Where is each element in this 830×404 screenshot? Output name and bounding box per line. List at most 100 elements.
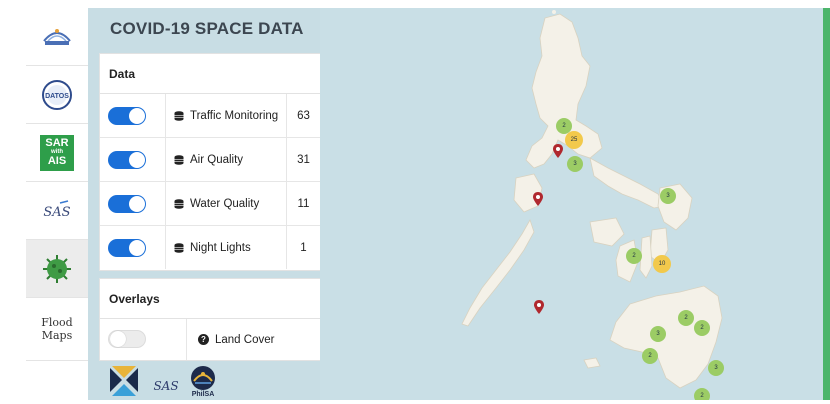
cluster-marker[interactable]: 2 xyxy=(678,310,694,326)
cluster-marker[interactable]: 3 xyxy=(708,360,724,376)
toggle-cell xyxy=(100,226,166,269)
air-quality-toggle[interactable] xyxy=(108,151,146,169)
overlay-row-land-cover: ? Land Cover xyxy=(100,319,321,360)
overlay-row-label: Land Cover xyxy=(215,333,275,346)
toggle-knob xyxy=(110,331,126,347)
database-icon xyxy=(174,154,184,165)
sas-footer-text: SAS xyxy=(153,379,178,393)
data-row-label: Night Lights xyxy=(190,241,251,254)
flood-maps-label: Flood Maps xyxy=(41,316,72,342)
toggle-knob xyxy=(129,240,145,256)
palawan-landmass xyxy=(461,219,535,327)
map-pin-icon[interactable] xyxy=(533,192,543,206)
toggle-cell xyxy=(100,319,187,360)
batanes-islet xyxy=(552,10,556,14)
datos-mark-logo-icon xyxy=(110,366,138,396)
datos-logo-icon: DATOS xyxy=(42,79,72,110)
data-row-water: Water Quality 11 xyxy=(100,182,321,226)
cluster-marker[interactable]: 3 xyxy=(567,156,583,172)
cluster-marker[interactable]: 2 xyxy=(626,248,642,264)
database-icon xyxy=(174,242,184,253)
cluster-count: 2 xyxy=(632,253,636,259)
cluster-count: 2 xyxy=(700,393,704,399)
toggle-knob xyxy=(129,196,145,212)
cluster-count: 3 xyxy=(656,331,660,337)
svg-text:DATOS: DATOS xyxy=(45,93,69,100)
night-lights-toggle[interactable] xyxy=(108,239,146,257)
data-row-label-cell: Water Quality xyxy=(165,182,287,225)
virus-icon xyxy=(43,254,71,283)
data-row-label: Water Quality xyxy=(190,197,260,210)
data-row-air: Air Quality 31 xyxy=(100,138,321,182)
map-view[interactable]: 2 25 3 3 2 10 2 3 2 2 3 2 xyxy=(320,8,823,400)
footer-logos: SAS PhilSA xyxy=(106,362,216,398)
data-row-night: Night Lights 1 xyxy=(100,226,321,269)
panay-landmass xyxy=(589,217,625,247)
cluster-count: 3 xyxy=(666,193,670,199)
cluster-count: 2 xyxy=(648,353,652,359)
cluster-count: 3 xyxy=(714,365,718,371)
water-quality-toggle[interactable] xyxy=(108,195,146,213)
map-pin-icon[interactable] xyxy=(534,300,544,314)
page-title: COVID-19 SPACE DATA xyxy=(110,19,304,38)
app-frame: DATOS SAR with AIS SAS Flood Maps COVID-… xyxy=(0,0,830,404)
sidebar-item-datos[interactable]: DATOS xyxy=(26,66,88,124)
luzon-landmass xyxy=(525,13,603,169)
sidebar-item-philsa[interactable] xyxy=(26,8,88,66)
toggle-cell xyxy=(100,182,166,225)
cluster-marker[interactable]: 3 xyxy=(650,326,666,342)
flood-label-line2: Maps xyxy=(41,329,73,342)
philsa-footer-label: PhilSA xyxy=(191,391,215,398)
cluster-marker[interactable]: 2 xyxy=(642,348,658,364)
philsa-footer-logo-icon xyxy=(191,366,215,390)
data-card: Data Traffic Monitoring 63 Air Quality 3… xyxy=(99,53,322,271)
ais-label: AIS xyxy=(47,154,67,167)
data-card-heading: Data xyxy=(100,54,321,94)
toggle-knob xyxy=(129,152,145,168)
data-row-count: 63 xyxy=(297,109,310,122)
toggle-cell xyxy=(100,94,166,137)
sar-label: SAR xyxy=(45,136,69,149)
mindanao-landmass xyxy=(609,285,723,389)
land-cover-toggle[interactable] xyxy=(108,330,146,348)
cluster-marker[interactable]: 2 xyxy=(694,320,710,336)
data-row-traffic: Traffic Monitoring 63 xyxy=(100,94,321,138)
data-row-count: 31 xyxy=(297,153,310,166)
map-edge-accent xyxy=(823,8,830,400)
data-row-label-cell: Traffic Monitoring xyxy=(165,94,287,137)
data-row-label: Air Quality xyxy=(190,153,244,166)
cluster-count: 10 xyxy=(658,261,666,267)
cluster-count: 2 xyxy=(562,123,566,129)
data-row-label-cell: Air Quality xyxy=(165,138,287,181)
sidebar-item-sas[interactable]: SAS xyxy=(26,182,88,240)
question-circle-icon: ? xyxy=(198,334,209,345)
database-icon xyxy=(174,198,184,209)
toggle-cell xyxy=(100,138,166,181)
map-pin-icon[interactable] xyxy=(553,144,563,158)
bicol-landmass xyxy=(589,157,665,209)
traffic-monitoring-toggle[interactable] xyxy=(108,107,146,125)
sulu-islet xyxy=(583,357,601,369)
flood-label-line1: Flood xyxy=(41,316,73,329)
data-row-count: 1 xyxy=(300,241,307,254)
philippines-map xyxy=(461,10,723,389)
philsa-logo-icon xyxy=(43,28,71,45)
database-icon xyxy=(174,110,184,121)
sas-footer-logo-icon: SAS xyxy=(153,379,178,393)
cluster-marker[interactable]: 10 xyxy=(653,255,671,273)
cluster-marker[interactable]: 25 xyxy=(565,131,583,149)
sidebar: DATOS SAR with AIS SAS Flood Maps xyxy=(26,8,89,400)
sidebar-item-flood-maps[interactable]: Flood Maps xyxy=(26,298,88,361)
cluster-marker[interactable]: 2 xyxy=(694,388,710,400)
data-row-count: 11 xyxy=(297,197,310,210)
data-row-label: Traffic Monitoring xyxy=(190,109,279,122)
overlays-card-heading: Overlays xyxy=(100,279,321,319)
sidebar-item-covid[interactable] xyxy=(26,240,88,298)
cluster-count: 2 xyxy=(684,315,688,321)
svg-text:SAS: SAS xyxy=(43,205,70,220)
cluster-count: 2 xyxy=(700,325,704,331)
cluster-count: 3 xyxy=(573,161,577,167)
cluster-marker[interactable]: 3 xyxy=(660,188,676,204)
sidebar-item-sar-ais[interactable]: SAR with AIS xyxy=(26,124,88,182)
sas-logo-icon: SAS xyxy=(43,199,71,220)
